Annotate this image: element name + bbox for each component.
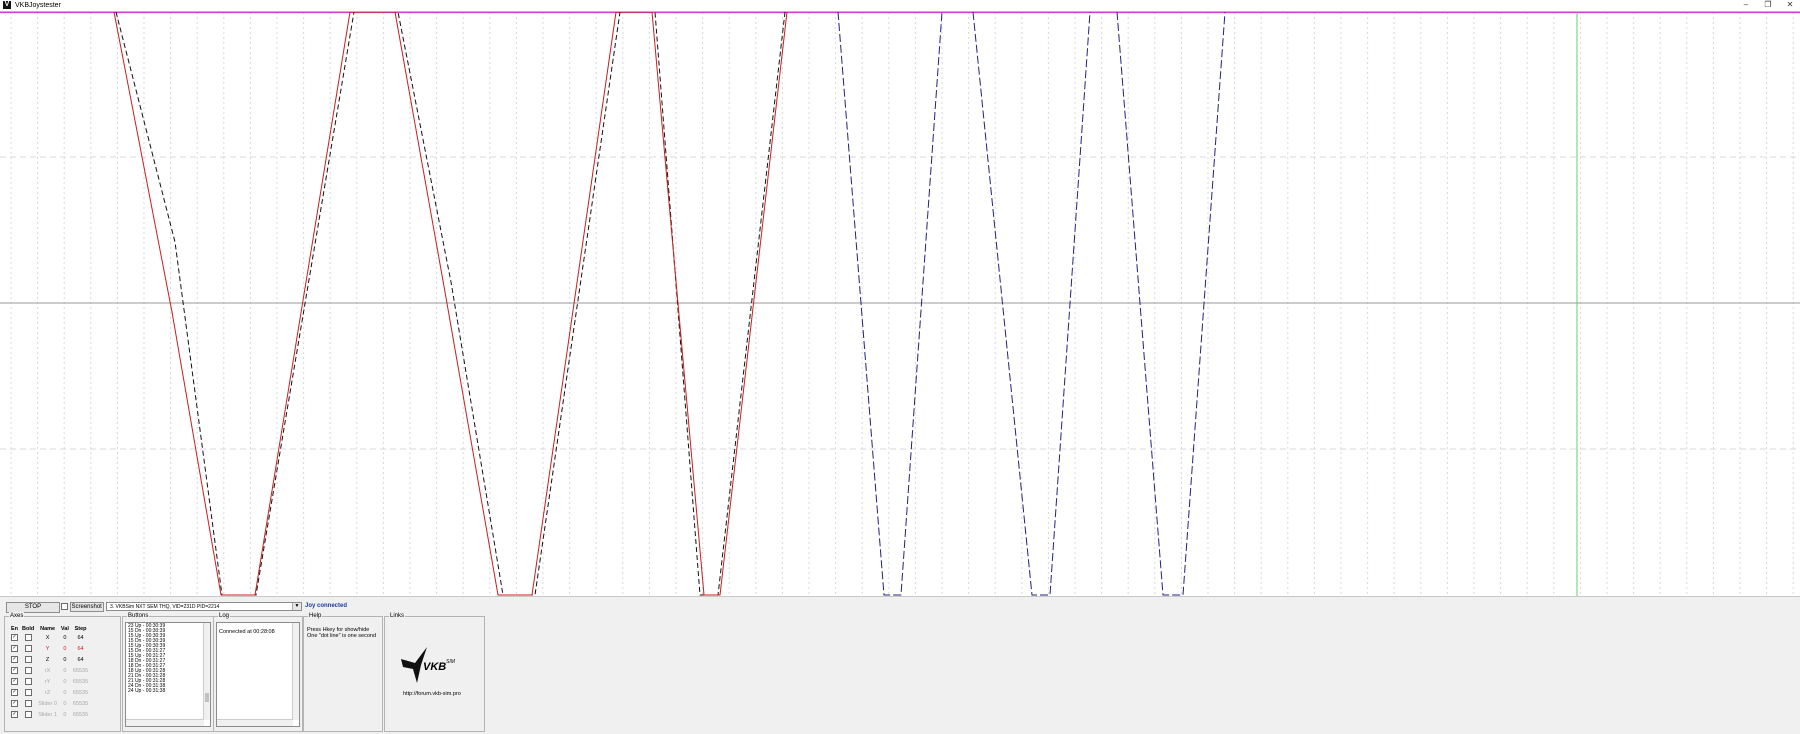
screenshot-checkbox[interactable] [61, 602, 68, 610]
axis-name: Slider 1 [38, 711, 57, 718]
plot-grid [0, 12, 1800, 596]
links-group: Links VKB SIM http://forum.vkb-sim.pro [384, 612, 485, 732]
axis-name: rY [44, 678, 51, 685]
axis-enable-checkbox[interactable]: ✓ [11, 711, 19, 718]
control-panel: STOP Screenshot 3. VKBSim NXT SEM THQ, V… [0, 596, 1800, 734]
axis-bold-checkbox[interactable] [24, 667, 32, 674]
close-button[interactable]: ✕ [1779, 0, 1800, 10]
axes-row: ✓ Slider 0 0 65535 [9, 698, 90, 709]
axes-header-val: Val [60, 625, 69, 632]
buttons-list[interactable]: 23 Up - 00:30:39 15 Dn - 00:30:39 15 Up - … [125, 622, 211, 727]
logo-text: VKB [423, 661, 447, 673]
axis-bold-checkbox[interactable] [24, 645, 32, 652]
axis-bold-checkbox[interactable] [24, 700, 32, 707]
axis-plot [0, 12, 1800, 596]
title-bar: V VKBJoystester – ❐ ✕ [0, 0, 1800, 12]
axes-group: Axes En Bold Name Val Step ✓ X 0 64 ✓ Y 0 64 ✓ Z 0… [4, 612, 121, 732]
scrollbar-thumb[interactable] [205, 693, 209, 702]
maximize-button[interactable]: ❐ [1757, 0, 1779, 10]
axis-enable-checkbox[interactable]: ✓ [11, 678, 19, 685]
axes-header-name: Name [40, 625, 56, 632]
axis-bold-checkbox[interactable] [24, 678, 32, 685]
axis-name: rX [44, 667, 51, 674]
axes-header-en: En [11, 625, 19, 632]
axis-enable-checkbox[interactable]: ✓ [11, 667, 19, 674]
log-group-title: Log [218, 612, 231, 620]
axis-bold-checkbox[interactable] [24, 689, 32, 696]
chevron-down-icon[interactable]: ▼ [292, 603, 301, 610]
device-select[interactable]: 3. VKBSim NXT SEM THQ, VID=231D PID=2214… [106, 602, 302, 611]
log-textarea[interactable]: Connected at 00:28:08 [216, 622, 300, 727]
axis-value: 0 [63, 711, 67, 718]
axis-step: 65535 [72, 689, 89, 696]
axis-step: 64 [77, 645, 84, 652]
button-event-item[interactable]: 24 Up - 00:31:38 [126, 689, 210, 694]
connection-status: Joy connected [305, 603, 348, 609]
help-line-2: One "dot line" is one second [307, 633, 377, 639]
axes-row: ✓ X 0 64 [9, 632, 90, 643]
axis-name: rZ [44, 689, 51, 696]
axis-name: Slider 0 [38, 700, 57, 707]
logo-subtext: SIM [446, 659, 455, 665]
buttons-list-scrollbar[interactable] [203, 623, 210, 720]
axis-step: 65535 [72, 700, 89, 707]
screenshot-toggle[interactable]: Screenshot [61, 602, 104, 612]
axis-name: X [45, 634, 50, 641]
axes-row: ✓ rZ 0 65535 [9, 687, 90, 698]
axis-bold-checkbox[interactable] [24, 711, 32, 718]
axes-group-title: Axes [9, 612, 25, 620]
axis-value: 0 [63, 645, 67, 652]
axes-header-bold: Bold [22, 625, 35, 632]
axis-enable-checkbox[interactable]: ✓ [11, 645, 19, 652]
axes-row: ✓ Y 0 64 [9, 643, 90, 654]
axes-row: ✓ Z 0 64 [9, 654, 90, 665]
axis-value: 0 [63, 689, 67, 696]
screenshot-button[interactable]: Screenshot [69, 602, 104, 612]
log-hscrollbar[interactable] [217, 719, 293, 726]
help-group-title: Help [308, 612, 323, 620]
axis-step: 65535 [72, 711, 89, 718]
links-group-title: Links [389, 612, 406, 620]
axis-bold-checkbox[interactable] [24, 634, 32, 641]
log-group: Log Connected at 00:28:08 [213, 612, 303, 732]
vkb-logo[interactable]: VKB SIM [399, 647, 469, 687]
axes-row: ✓ rY 0 65535 [9, 676, 90, 687]
axis-value: 0 [63, 678, 67, 685]
axis-name: Z [45, 656, 50, 663]
axis-enable-checkbox[interactable]: ✓ [11, 700, 19, 707]
axis-step: 65535 [72, 678, 89, 685]
log-text: Connected at 00:28:08 [219, 629, 275, 635]
axis-enable-checkbox[interactable]: ✓ [11, 689, 19, 696]
forum-link[interactable]: http://forum.vkb-sim.pro [403, 691, 461, 697]
axis-value: 0 [63, 700, 67, 707]
axis-value: 0 [63, 667, 67, 674]
help-group: Help Press Hkey for show/hide One "dot l… [303, 612, 383, 732]
log-scrollbar[interactable] [292, 623, 299, 720]
minimize-button[interactable]: – [1735, 0, 1757, 10]
axis-step: 64 [77, 634, 84, 641]
axes-header-step: Step [74, 625, 87, 632]
axis-name: Y [45, 645, 50, 652]
axis-step: 64 [77, 656, 84, 663]
axis-value: 0 [63, 656, 67, 663]
device-select-value: 3. VKBSim NXT SEM THQ, VID=231D PID=2214 [110, 604, 220, 610]
buttons-group: Buttons 23 Up - 00:30:39 15 Dn - 00:30:39… [122, 612, 214, 732]
window-title: VKBJoystester [15, 2, 61, 9]
buttons-group-title: Buttons [127, 612, 150, 620]
axes-table: En Bold Name Val Step ✓ X 0 64 ✓ Y 0 64 ✓ Z 0 64 ✓ rX… [9, 625, 90, 720]
axis-value: 0 [63, 634, 67, 641]
axis-bold-checkbox[interactable] [24, 656, 32, 663]
buttons-list-hscrollbar[interactable] [126, 719, 204, 726]
axis-enable-checkbox[interactable]: ✓ [11, 656, 19, 663]
axis-enable-checkbox[interactable]: ✓ [11, 634, 19, 641]
axes-row: ✓ Slider 1 0 65535 [9, 709, 90, 720]
axis-step: 65535 [72, 667, 89, 674]
app-icon: V [3, 1, 11, 9]
axes-row: ✓ rX 0 65535 [9, 665, 90, 676]
